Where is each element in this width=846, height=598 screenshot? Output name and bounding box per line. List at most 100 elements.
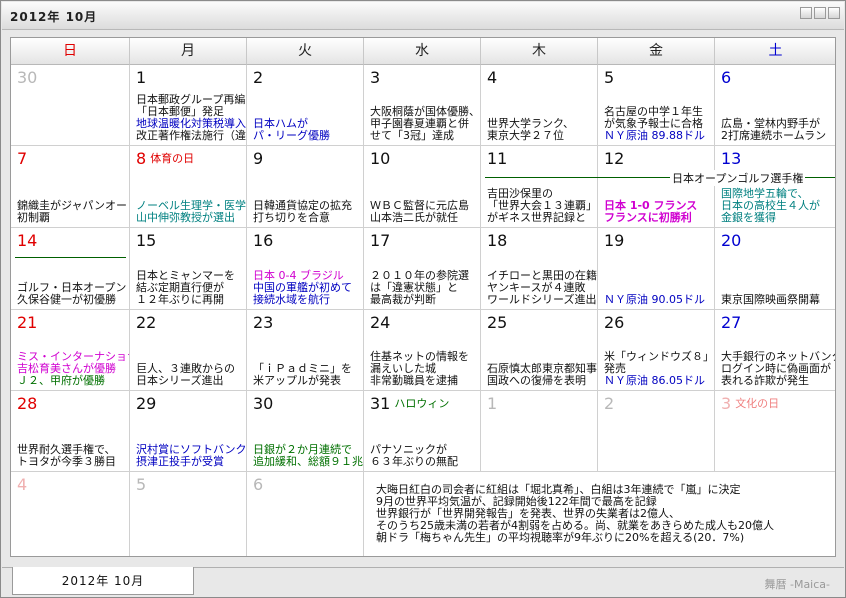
- day-cell[interactable]: 11 吉田沙保里の 「世界大会１３連覇」 がギネス世界記録と: [481, 146, 598, 228]
- event-text: 摂津正投手が受賞: [136, 455, 224, 468]
- day-number-text: 9: [253, 149, 264, 168]
- day-number-text: 26: [604, 313, 625, 332]
- event-list: 日韓通貨協定の拡充 打ち切りを合意: [253, 176, 363, 224]
- day-number: 10: [370, 149, 390, 168]
- day-number: 24: [370, 313, 390, 332]
- weekday-header: 月: [130, 38, 247, 65]
- day-number: 11: [487, 149, 507, 168]
- day-number: 5: [136, 475, 146, 494]
- day-number: 16: [253, 231, 273, 250]
- event-text: [487, 94, 597, 106]
- event-text: ＮＹ原油 89.88ドル: [604, 129, 705, 142]
- day-number: 2: [253, 68, 263, 87]
- day-number-text: 6: [253, 475, 264, 494]
- day-cell[interactable]: 15 日本とミャンマーを 結ぶ定期直行便が １２年ぶりに再開: [130, 228, 247, 310]
- day-number: 27: [721, 313, 741, 332]
- tab-month[interactable]: 2012年 10月: [12, 567, 194, 595]
- event-list: ゴルフ・日本オープン 久保谷健一が初優勝: [17, 258, 129, 306]
- day-number-text: 19: [604, 231, 625, 250]
- day-cell[interactable]: 6: [247, 472, 364, 556]
- event-text: せて「3冠」達成: [370, 129, 454, 142]
- close-button[interactable]: [828, 7, 840, 19]
- event-text: Ｊ２、甲府が優勝: [17, 374, 105, 387]
- day-cell[interactable]: 27 大手銀行のネットバンク ログイン時に偽画面が 表れる詐欺が発生: [715, 310, 835, 391]
- day-cell[interactable]: 30: [11, 65, 130, 146]
- day-cell[interactable]: 18 イチローと黒田の在籍 ヤンキースが４連敗 ワールドシリーズ進出: [481, 228, 598, 310]
- day-cell[interactable]: 20 東京国際映画祭開幕: [715, 228, 835, 310]
- day-number: 3: [370, 68, 380, 87]
- day-cell[interactable]: 3 文化の日: [715, 391, 835, 472]
- day-cell[interactable]: 2 日本ハムが パ・リーグ優勝: [247, 65, 364, 146]
- day-number-text: 30: [253, 394, 274, 413]
- event-list: ノーベル生理学・医学 山中伸弥教授が選出: [136, 176, 246, 224]
- day-number-text: 4: [487, 68, 498, 87]
- day-cell[interactable]: 9 日韓通貨協定の拡充 打ち切りを合意: [247, 146, 364, 228]
- day-cell[interactable]: 8 体育の日 ノーベル生理学・医学 山中伸弥教授が選出: [130, 146, 247, 228]
- event-text: 接続水域を航行: [253, 293, 330, 306]
- event-text: 2打席連続ホームラン: [721, 129, 827, 142]
- day-number-text: 24: [370, 313, 391, 332]
- event-text: パ・リーグ優勝: [253, 129, 330, 142]
- day-cell[interactable]: 17 ２０１０年の参院選 は「違憲状態」と 最高裁が判断: [364, 228, 481, 310]
- event-text: 初制覇: [17, 211, 50, 224]
- event-list: ＷＢＣ監督に元広島 山本浩二氏が就任: [370, 176, 480, 224]
- maximize-button[interactable]: [814, 7, 826, 19]
- day-number: 2: [604, 394, 614, 413]
- note-line: 朝ドラ「梅ちゃん先生」の平均視聴率が9年ぶりに20%を超える(20．7%): [376, 531, 745, 544]
- weekday-header: 火: [247, 38, 364, 65]
- event-list: 日本とミャンマーを 結ぶ定期直行便が １２年ぶりに再開: [136, 258, 246, 306]
- day-cell[interactable]: 14 ゴルフ・日本オープン 久保谷健一が初優勝: [11, 228, 130, 310]
- event-text: ワールドシリーズ進出: [487, 293, 597, 306]
- day-number-text: 2: [604, 394, 615, 413]
- weekday-header: 水: [364, 38, 481, 65]
- day-number: 30: [17, 68, 37, 87]
- event-text: 東京大学２７位: [487, 129, 564, 142]
- day-number: 25: [487, 313, 507, 332]
- day-cell[interactable]: 2: [598, 391, 715, 472]
- minimize-button[interactable]: [800, 7, 812, 19]
- day-cell[interactable]: 13 国際地学五輪で、 日本の高校生４人が 金銀を獲得: [715, 146, 835, 228]
- day-cell[interactable]: 31 ハロウィン パナソニックが ６３年ぶりの無配: [364, 391, 481, 472]
- event-text: [253, 420, 363, 432]
- day-cell[interactable]: 4: [11, 472, 130, 556]
- day-cell[interactable]: 6 広島・堂林内野手が 2打席連続ホームラン: [715, 65, 835, 146]
- day-cell[interactable]: 12 日本 1-0 フランス フランスに初勝利: [598, 146, 715, 228]
- day-number-text: 20: [721, 231, 742, 250]
- day-cell[interactable]: 26 米「ウィンドウズ８」 発売 ＮＹ原油 86.05ドル: [598, 310, 715, 391]
- day-cell[interactable]: 4 世界大学ランク、 東京大学２７位: [481, 65, 598, 146]
- day-cell[interactable]: 22 巨人、３連敗からの 日本シリーズ進出: [130, 310, 247, 391]
- event-text: 日本シリーズ進出: [136, 374, 224, 387]
- day-cell[interactable]: 30 日銀が２か月連続で 追加緩和、総額９１兆: [247, 391, 364, 472]
- day-number-text: 22: [136, 313, 157, 332]
- day-cell[interactable]: 23 「ｉＰａｄミニ」を 米アップルが発表: [247, 310, 364, 391]
- day-cell[interactable]: 19 ＮＹ原油 90.05ドル: [598, 228, 715, 310]
- event-list: 広島・堂林内野手が 2打席連続ホームラン: [721, 94, 835, 142]
- day-number-text: 18: [487, 231, 508, 250]
- event-text: 国政への復帰を表明: [487, 374, 586, 387]
- day-number-text: 16: [253, 231, 274, 250]
- day-cell[interactable]: 5: [130, 472, 247, 556]
- event-text: 改正著作権法施行（違: [136, 129, 246, 142]
- day-cell[interactable]: 24 住基ネットの情報を 漏えいした城 非常勤職員を逮捕: [364, 310, 481, 391]
- day-number: 9: [253, 149, 263, 168]
- day-cell[interactable]: 21 ミス・インターナショナル吉松育美さんが優勝Ｊ２、甲府が優勝: [11, 310, 130, 391]
- event-text: [721, 94, 835, 106]
- day-cell[interactable]: 1 日本郵政グループ再編 「日本郵便」発足 地球温暖化対策税導入 改正著作権法施行（違: [130, 65, 247, 146]
- day-cell[interactable]: 29 沢村賞にソフトバンク 摂津正投手が受賞: [130, 391, 247, 472]
- day-cell[interactable]: 28 世界耐久選手権で、 トヨタが今季３勝目: [11, 391, 130, 472]
- day-cell[interactable]: 3 大阪桐蔭が国体優勝、 甲子園春夏連覇と併 せて「3冠」達成: [364, 65, 481, 146]
- day-cell[interactable]: 10 ＷＢＣ監督に元広島 山本浩二氏が就任: [364, 146, 481, 228]
- event-text: [604, 270, 714, 282]
- event-list: 日銀が２か月連続で 追加緩和、総額９１兆: [253, 420, 363, 468]
- day-cell[interactable]: 1: [481, 391, 598, 472]
- event-text: １２年ぶりに再開: [136, 293, 224, 306]
- event-text: [136, 176, 246, 188]
- event-list: 「ｉＰａｄミニ」を 米アップルが発表: [253, 339, 363, 387]
- day-cell[interactable]: 16 日本 0-4 ブラジル 中国の軍艦が初めて 接続水域を航行: [247, 228, 364, 310]
- day-cell[interactable]: 7 錦織圭がジャパンオー 初制覇: [11, 146, 130, 228]
- day-cell[interactable]: 25 石原慎太郎東京都知事 国政への復帰を表明: [481, 310, 598, 391]
- event-list: 名古屋の中学１年生 が気象予報士に合格 ＮＹ原油 89.88ドル: [604, 94, 714, 142]
- day-cell[interactable]: 5 名古屋の中学１年生 が気象予報士に合格 ＮＹ原油 89.88ドル: [598, 65, 715, 146]
- event-text: ＮＹ原油 86.05ドル: [604, 374, 705, 387]
- day-number: 20: [721, 231, 741, 250]
